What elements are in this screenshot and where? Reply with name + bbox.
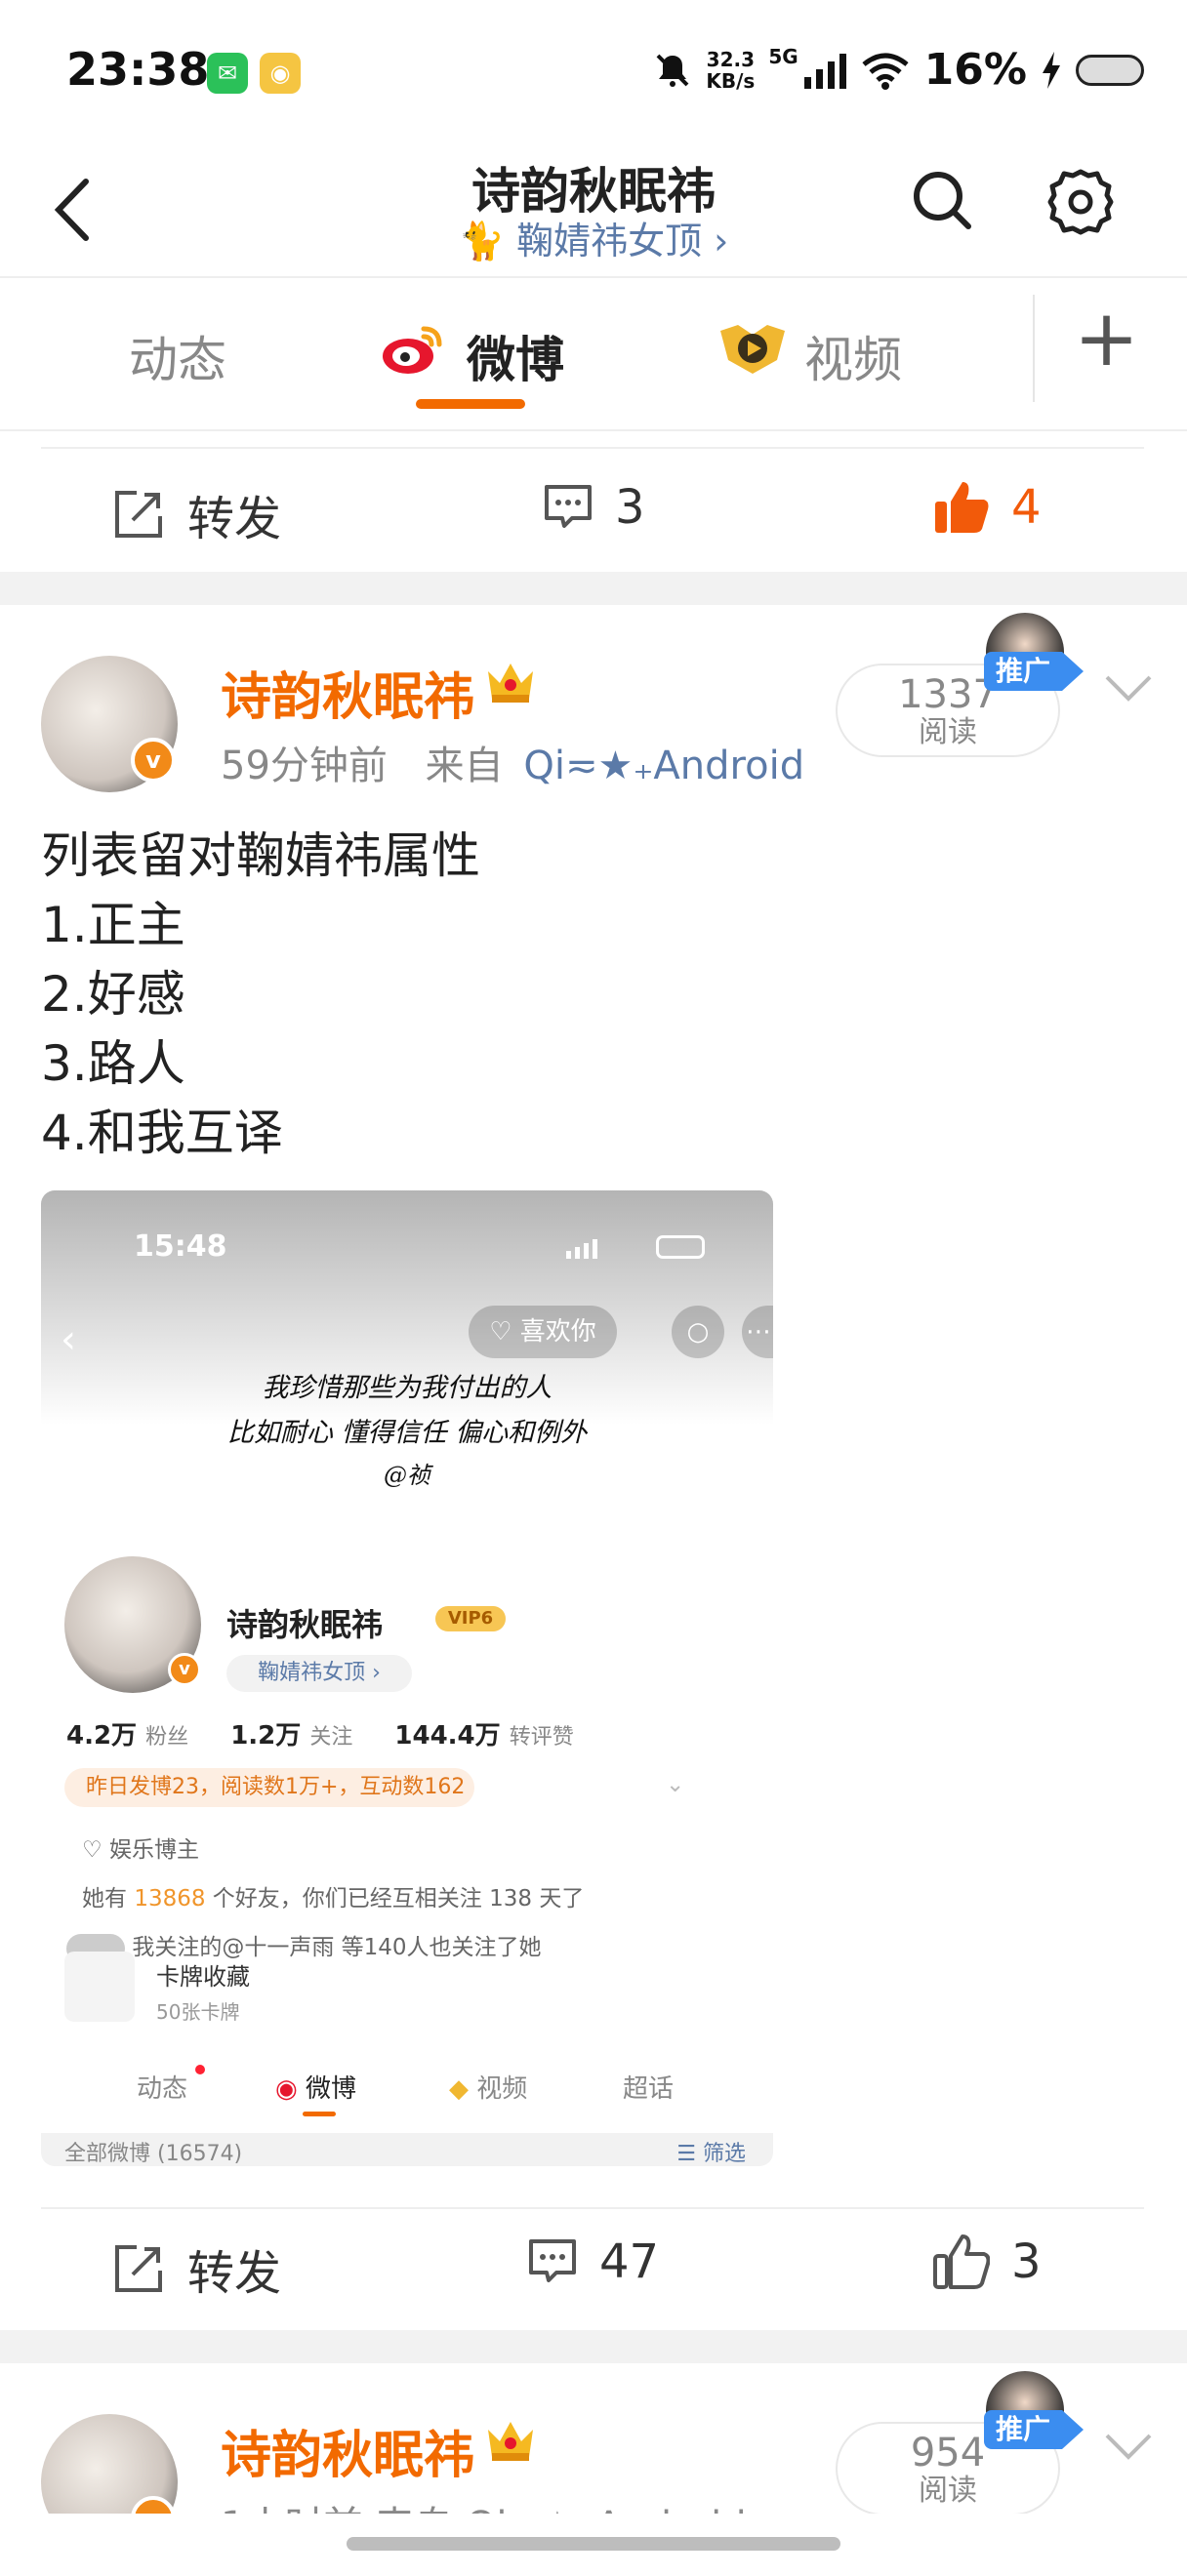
comment-button[interactable]: 3: [543, 480, 645, 535]
crown-icon: [488, 2422, 533, 2461]
comment-icon: [545, 485, 592, 528]
tab-divider: [1033, 295, 1035, 402]
supertopic-link[interactable]: 🐈 鞠婧祎女顶 ›: [0, 211, 1187, 264]
next-promo-tag[interactable]: 推广: [984, 2410, 1062, 2449]
image-supertopic-chip: 鞠婧祎女顶 ›: [226, 1655, 412, 1692]
repost-button[interactable]: 转发: [111, 480, 281, 548]
post-separator: [0, 572, 1187, 605]
add-tab-button[interactable]: +: [1074, 300, 1139, 378]
image-tab-video: ◆ 视频: [449, 2074, 528, 2104]
network-type: 5G: [768, 44, 798, 68]
image-back-icon: ‹: [61, 1317, 76, 1362]
like-button[interactable]: 3: [933, 2234, 1042, 2289]
crown-icon: [488, 664, 533, 703]
battery-percent: 16%: [923, 45, 1027, 95]
image-mutual-line: 我关注的@十一声雨 等140人也关注了她: [66, 1928, 542, 1963]
image-status-time: 15:48: [134, 1229, 227, 1264]
handwriting-line-1: 我珍惜那些为我付出的人: [262, 1373, 553, 1403]
comment-icon: [529, 2239, 576, 2282]
net-speed: 32.3 KB/s: [706, 47, 756, 93]
wifi-icon: [862, 53, 909, 90]
prev-post-actions: 转发 3 4: [0, 455, 1187, 572]
home-indicator[interactable]: [347, 2537, 840, 2551]
video-badge-icon: [720, 325, 785, 374]
verified-badge: v: [131, 738, 176, 783]
share-icon: [115, 491, 162, 538]
weibo-notification-icon: ◉: [260, 53, 301, 94]
post-separator: [0, 2330, 1187, 2363]
image-yesterday-stats: 昨日发博23，阅读数1万+，互动数162: [64, 1768, 474, 1807]
signal-icon: [803, 52, 846, 89]
status-right: 32.3 KB/s 5G 16%: [653, 45, 1144, 95]
like-button[interactable]: 4: [933, 480, 1042, 535]
from-label: 来自: [425, 744, 504, 788]
author-name[interactable]: 诗韵秋眠祎: [221, 656, 474, 729]
weibo-logo-icon: [383, 326, 442, 374]
image-category: ♡ 娱乐博主: [82, 1837, 199, 1863]
divider: [41, 447, 1144, 449]
image-like-chip: ♡ 喜欢你: [469, 1306, 617, 1358]
tab-weibo[interactable]: 微博: [467, 321, 564, 391]
image-filter: ☰ 筛选: [676, 2142, 746, 2166]
status-bar: 23:38 ✉ ◉ 32.3 KB/s 5G 16%: [0, 0, 1187, 146]
share-icon: [115, 2245, 162, 2292]
image-friend-line: 她有 13868 个好友，你们已经互相关注 138 天了: [82, 1886, 585, 1912]
post-actions: 转发 47 3: [0, 2209, 1187, 2326]
image-red-dot: [195, 2065, 205, 2074]
image-tab-supertopic: 超话: [623, 2074, 675, 2104]
mute-bell-icon: [656, 54, 689, 87]
post-time: 59分钟前: [221, 744, 388, 788]
post-source[interactable]: Qi≂★₊Android: [523, 744, 804, 788]
promo-flag: [1062, 652, 1084, 691]
gear-icon[interactable]: [1044, 166, 1117, 238]
image-stats: 4.2万 粉丝 1.2万 关注 144.4万 转评赞: [66, 1721, 574, 1751]
comment-button[interactable]: 47: [527, 2234, 659, 2289]
handwriting-line-3: @祯: [384, 1462, 430, 1489]
image-card-title: 卡牌收藏: [156, 1963, 250, 1991]
search-icon[interactable]: [908, 166, 976, 234]
charging-icon: [1043, 51, 1060, 89]
next-promo-flag: [1062, 2410, 1084, 2449]
supertopic-label: 鞠婧祎女顶 ›: [516, 220, 729, 262]
image-card-sub: 50张卡牌: [156, 2000, 240, 2024]
image-battery-icon: [656, 1235, 705, 1259]
promo-tag[interactable]: 推广: [984, 652, 1062, 691]
image-tab-dynamic: 动态: [137, 2074, 188, 2104]
image-tab-weibo: ◉ 微博: [275, 2074, 356, 2104]
status-time: 23:38: [66, 43, 210, 96]
cat-icon: 🐈: [458, 220, 505, 262]
image-vip-badge: VIP6: [435, 1606, 506, 1631]
tab-video[interactable]: 视频: [804, 321, 902, 391]
next-read-label: 阅读: [919, 2474, 977, 2508]
image-profile-name: 诗韵秋眠祎: [226, 1606, 384, 1643]
image-tab-indicator: [303, 2112, 336, 2116]
active-tab-indicator: [416, 399, 525, 409]
read-label: 阅读: [919, 715, 977, 749]
battery-cloud-icon: [1076, 54, 1144, 86]
handwriting-line-2: 比如耐心 懂得信任 偏心和例外: [226, 1418, 588, 1448]
profile-tabs: 动态 微博 视频 +: [0, 280, 1187, 431]
image-search-icon: ○: [672, 1306, 724, 1358]
top-nav: 诗韵秋眠祎 🐈 鞠婧祎女顶 ›: [0, 146, 1187, 278]
repost-button[interactable]: 转发: [111, 2234, 281, 2303]
wechat-notification-icon: ✉: [207, 53, 248, 94]
post-image[interactable]: 15:48 ‹ ♡ 喜欢你 ○ ⋯ 我珍惜那些为我付出的人 比如耐心 懂得信任 …: [41, 1190, 773, 2166]
image-footer: 全部微博 (16574): [41, 2133, 773, 2166]
image-signal-icon: [566, 1237, 597, 1259]
image-verified-badge: v: [168, 1653, 201, 1686]
thumbs-up-filled-icon: [935, 482, 989, 533]
post-text: 列表留对鞠婧祎属性 1.正主 2.好感 3.路人 4.和我互译: [41, 827, 480, 1161]
next-author-name[interactable]: 诗韵秋眠祎: [221, 2414, 474, 2487]
post-meta: 59分钟前 来自 Qi≂★₊Android: [221, 734, 804, 790]
image-card-icon: [64, 1952, 135, 2022]
tab-dynamic[interactable]: 动态: [129, 321, 226, 391]
thumbs-up-icon: [933, 2234, 990, 2289]
image-expand-icon: ⌄: [666, 1772, 685, 1797]
chevron-down-icon[interactable]: [1103, 669, 1154, 708]
chevron-down-icon[interactable]: [1103, 2428, 1154, 2467]
